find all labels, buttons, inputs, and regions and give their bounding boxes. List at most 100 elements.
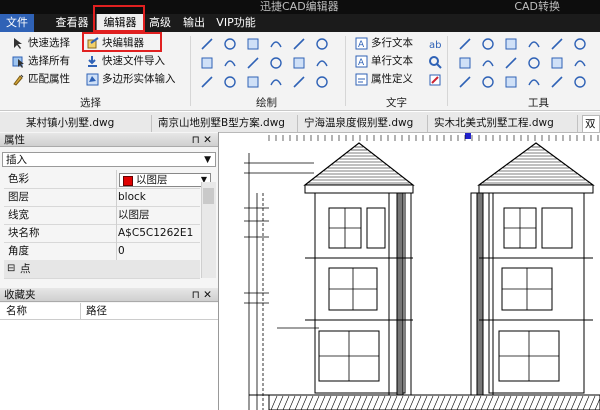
entity-type-select[interactable]: 插入 ▼ (2, 152, 216, 167)
rect-icon[interactable] (246, 37, 260, 51)
find-text-icon[interactable] (428, 55, 442, 69)
mtext-icon: A (355, 37, 368, 50)
hatch-icon[interactable] (315, 37, 329, 51)
svg-text:ab: ab (429, 40, 441, 51)
property-value: 以图层 (118, 209, 150, 221)
ribbon-separator (190, 36, 191, 106)
property-row[interactable]: 线宽 以图层 (4, 206, 200, 225)
title-bar: 迅捷CAD编辑器 CAD转换 (0, 0, 600, 14)
attdef-label: 属性定义 (371, 73, 413, 85)
join-icon[interactable] (504, 75, 518, 89)
menu-viewer[interactable]: 查看器 (52, 14, 92, 32)
mtext-button[interactable]: A 多行文本 (355, 35, 413, 51)
region-icon[interactable] (223, 75, 237, 89)
table-icon[interactable] (246, 75, 260, 89)
stext-label: 单行文本 (371, 55, 413, 67)
scale-icon[interactable] (481, 56, 495, 70)
offset-icon[interactable] (550, 37, 564, 51)
arc-icon[interactable] (223, 37, 237, 51)
collapse-icon[interactable]: ⊟ (7, 260, 15, 278)
doc-tab[interactable]: 宁海温泉度假别墅.dwg (298, 115, 428, 132)
cursor-icon (14, 37, 22, 49)
explode-icon[interactable] (458, 75, 472, 89)
column-header-path[interactable]: 路径 (86, 303, 107, 319)
copy-icon[interactable] (458, 56, 472, 70)
array-icon[interactable] (504, 56, 518, 70)
group-label-text: 文字 (386, 97, 407, 109)
break-icon[interactable] (481, 75, 495, 89)
attdef-button[interactable]: 属性定义 (355, 71, 413, 87)
circle-icon[interactable] (200, 56, 214, 70)
scroll-thumb[interactable] (203, 188, 214, 204)
point-icon[interactable] (292, 56, 306, 70)
text-style-icon[interactable]: ab (428, 37, 442, 51)
xline-icon[interactable] (200, 75, 214, 89)
undo-icon[interactable] (573, 75, 587, 89)
cad-convert-title: CAD转换 (514, 0, 560, 13)
trim-icon[interactable] (573, 37, 587, 51)
block-editor-highlight (82, 32, 162, 52)
polygon-tool-icon[interactable] (223, 56, 237, 70)
match-props-button[interactable]: 匹配属性 (12, 71, 70, 87)
property-section[interactable]: ⊟ 点 (4, 260, 200, 279)
doc-tab[interactable]: 南京山地别墅B型方案.dwg (152, 115, 298, 132)
line-icon[interactable] (200, 37, 214, 51)
group-label-tools: 工具 (528, 97, 549, 109)
align-icon[interactable] (550, 75, 564, 89)
fillet-icon[interactable] (573, 56, 587, 70)
pin-icon[interactable]: ⊓ ✕ (192, 288, 212, 302)
move-icon[interactable] (458, 37, 472, 51)
section-label: 点 (20, 263, 31, 275)
gradient-icon[interactable] (315, 75, 329, 89)
edit-text-icon[interactable] (428, 73, 442, 87)
import-icon (88, 55, 97, 67)
mirror-icon[interactable] (504, 37, 518, 51)
polygon-input-button[interactable]: 多边形实体输入 (86, 71, 176, 87)
layers-icon[interactable] (527, 37, 541, 51)
favorites-header: 收藏夹 ⊓ ✕ (0, 288, 218, 302)
stretch-icon[interactable] (527, 56, 541, 70)
doc-tab[interactable]: 某村镇小别墅.dwg (20, 115, 152, 132)
property-row[interactable]: 角度 0 (4, 242, 200, 261)
insert-icon[interactable] (292, 75, 306, 89)
color-select[interactable]: 以图层 ▼ (119, 173, 211, 187)
pin-icon[interactable]: ⊓ ✕ (192, 133, 212, 147)
column-divider (116, 224, 117, 242)
ellipse-icon[interactable] (246, 56, 260, 70)
chamfer-icon[interactable] (527, 75, 541, 89)
menu-vip[interactable]: VIP功能 (214, 14, 258, 32)
drawing-canvas[interactable] (219, 133, 600, 410)
quick-import-button[interactable]: 快速文件导入 (86, 53, 165, 69)
polyline-icon[interactable] (269, 37, 283, 51)
property-key: 色彩 (8, 173, 29, 185)
property-value: 0 (118, 245, 125, 257)
dimension-icon[interactable] (269, 56, 283, 70)
favorites-list (0, 320, 218, 410)
dropdown-arrow-icon: ▼ (204, 155, 211, 165)
extend-icon[interactable] (550, 56, 564, 70)
spline-icon[interactable] (292, 37, 306, 51)
property-key: 块名称 (8, 227, 40, 239)
fill-icon[interactable] (315, 56, 329, 70)
property-row[interactable]: 图层 block (4, 188, 200, 207)
column-header-name[interactable]: 名称 (6, 303, 27, 319)
menu-advanced[interactable]: 高级 (146, 14, 174, 32)
select-all-button[interactable]: 选择所有 (12, 53, 70, 69)
property-row[interactable]: 色彩 以图层 ▼ (4, 170, 211, 189)
pen-icon[interactable] (269, 75, 283, 89)
match-props-icon (13, 74, 24, 86)
select-all-icon (12, 56, 24, 68)
rotate-icon[interactable] (481, 37, 495, 51)
polygon-icon (86, 73, 99, 85)
property-row[interactable]: 块名称 A$C5C1262E1 (4, 224, 200, 243)
menu-file[interactable]: 文件 (0, 14, 34, 32)
ribbon-separator (345, 36, 346, 106)
doc-tab[interactable]: 实木北美式别墅工程.dwg (428, 115, 578, 132)
menu-output[interactable]: 输出 (180, 14, 208, 32)
quick-select-button[interactable]: 快速选择 (12, 35, 70, 51)
doc-tab-active[interactable]: 双 (582, 115, 600, 132)
properties-scrollbar[interactable] (201, 182, 216, 278)
color-value: 以图层 (136, 174, 168, 186)
stext-button[interactable]: A 单行文本 (355, 53, 413, 69)
attdef-icon (355, 73, 368, 85)
